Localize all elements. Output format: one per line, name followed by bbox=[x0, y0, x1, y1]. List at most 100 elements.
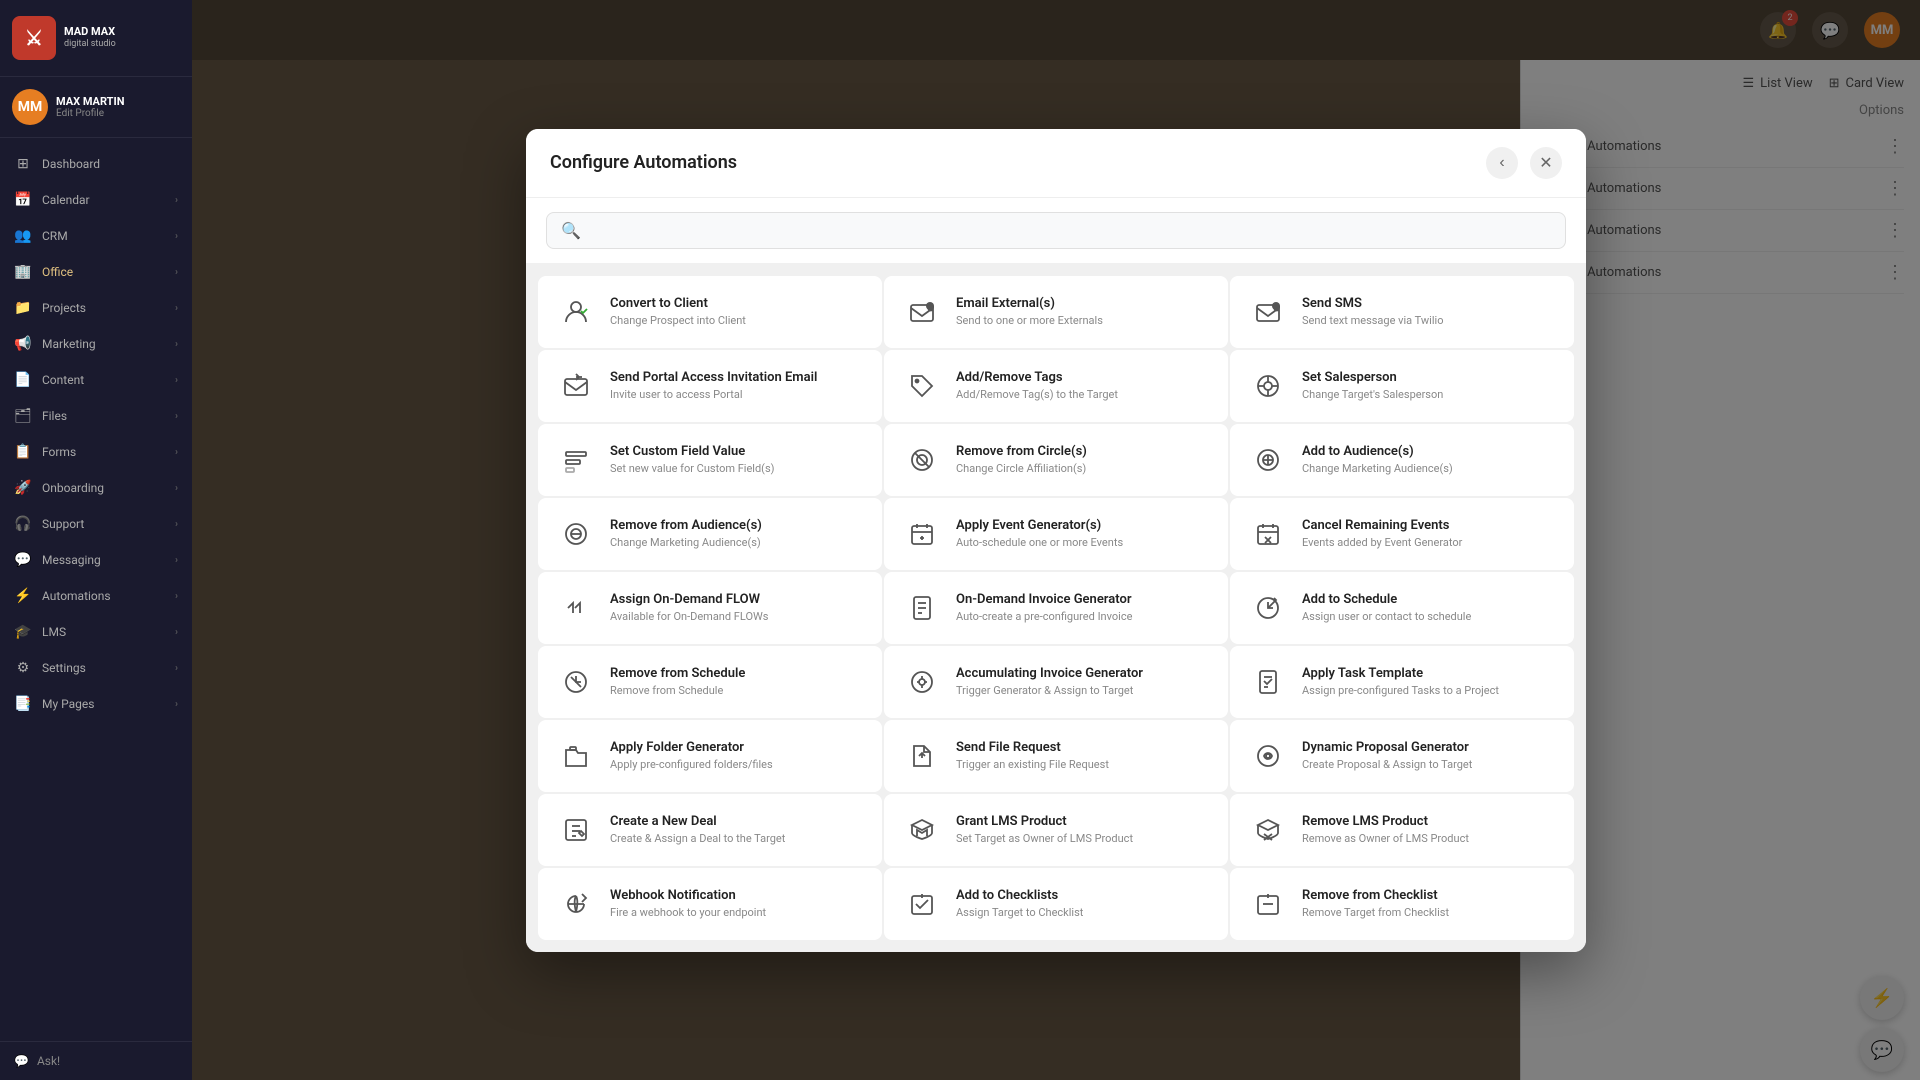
modal-overlay[interactable]: Configure Automations ‹ ✕ 🔍 Convert to C… bbox=[192, 0, 1920, 1080]
automation-icon-remove-from-checklist bbox=[1248, 884, 1288, 924]
automation-text-send-sms: Send SMS Send text message via Twilio bbox=[1302, 296, 1556, 327]
automation-name-cancel-remaining-events: Cancel Remaining Events bbox=[1302, 518, 1556, 533]
automation-text-email-externals: Email External(s) Send to one or more Ex… bbox=[956, 296, 1210, 327]
automation-name-send-portal-access: Send Portal Access Invitation Email bbox=[610, 370, 864, 385]
automation-item-assign-on-demand-flow[interactable]: Assign On-Demand FLOW Available for On-D… bbox=[538, 572, 882, 644]
chevron-right-icon: › bbox=[175, 267, 178, 278]
automation-icon-send-portal-access bbox=[556, 366, 596, 406]
automation-item-remove-from-checklist[interactable]: Remove from Checklist Remove Target from… bbox=[1230, 868, 1574, 940]
sidebar-item-label: Marketing bbox=[42, 337, 96, 351]
automation-item-remove-from-schedule[interactable]: Remove from Schedule Remove from Schedul… bbox=[538, 646, 882, 718]
automation-item-remove-lms-product[interactable]: Remove LMS Product Remove as Owner of LM… bbox=[1230, 794, 1574, 866]
user-edit-profile[interactable]: Edit Profile bbox=[56, 108, 180, 119]
automation-item-set-salesperson[interactable]: Set Salesperson Change Target's Salesper… bbox=[1230, 350, 1574, 422]
ask-button[interactable]: 💬 Ask! bbox=[0, 1041, 192, 1080]
chevron-right-icon: › bbox=[175, 339, 178, 350]
sidebar-user[interactable]: MM MAX MARTIN Edit Profile bbox=[0, 77, 192, 138]
automation-item-send-portal-access[interactable]: Send Portal Access Invitation Email Invi… bbox=[538, 350, 882, 422]
sidebar-item-office[interactable]: 🏢 Office › bbox=[0, 254, 192, 290]
sidebar-item-calendar[interactable]: 📅 Calendar › bbox=[0, 182, 192, 218]
automation-item-apply-folder-generator[interactable]: Apply Folder Generator Apply pre-configu… bbox=[538, 720, 882, 792]
automation-item-cancel-remaining-events[interactable]: Cancel Remaining Events Events added by … bbox=[1230, 498, 1574, 570]
sidebar-item-projects[interactable]: 📁 Projects › bbox=[0, 290, 192, 326]
automation-name-add-to-schedule: Add to Schedule bbox=[1302, 592, 1556, 607]
modal-close-button[interactable]: ✕ bbox=[1530, 147, 1562, 179]
support-icon: 🎧 bbox=[14, 515, 32, 533]
automation-name-create-new-deal: Create a New Deal bbox=[610, 814, 864, 829]
sidebar-item-label: CRM bbox=[42, 229, 68, 243]
sidebar-item-dashboard[interactable]: ⊞ Dashboard bbox=[0, 146, 192, 182]
sidebar-item-marketing[interactable]: 📢 Marketing › bbox=[0, 326, 192, 362]
automation-name-set-custom-field: Set Custom Field Value bbox=[610, 444, 864, 459]
automation-text-add-to-checklists: Add to Checklists Assign Target to Check… bbox=[956, 888, 1210, 919]
sidebar-item-messaging[interactable]: 💬 Messaging › bbox=[0, 542, 192, 578]
modal-back-button[interactable]: ‹ bbox=[1486, 147, 1518, 179]
automation-item-on-demand-invoice[interactable]: On-Demand Invoice Generator Auto-create … bbox=[884, 572, 1228, 644]
sidebar-item-support[interactable]: 🎧 Support › bbox=[0, 506, 192, 542]
automation-item-remove-from-audiences[interactable]: Remove from Audience(s) Change Marketing… bbox=[538, 498, 882, 570]
sidebar-item-onboarding[interactable]: 🚀 Onboarding › bbox=[0, 470, 192, 506]
search-input[interactable] bbox=[591, 222, 1551, 238]
sidebar-item-lms[interactable]: 🎓 LMS › bbox=[0, 614, 192, 650]
chevron-right-icon: › bbox=[175, 231, 178, 242]
sidebar-item-files[interactable]: 🗂 Files › bbox=[0, 398, 192, 434]
projects-icon: 📁 bbox=[14, 299, 32, 317]
user-info: MAX MARTIN Edit Profile bbox=[56, 95, 180, 119]
modal-search-area: 🔍 bbox=[526, 198, 1586, 264]
automation-name-accumulating-invoice: Accumulating Invoice Generator bbox=[956, 666, 1210, 681]
sidebar-item-label: Automations bbox=[42, 589, 111, 603]
sidebar-item-label: Settings bbox=[42, 661, 86, 675]
automation-item-set-custom-field[interactable]: Set Custom Field Value Set new value for… bbox=[538, 424, 882, 496]
automation-item-add-to-checklists[interactable]: Add to Checklists Assign Target to Check… bbox=[884, 868, 1228, 940]
automation-item-convert-to-client[interactable]: Convert to Client Change Prospect into C… bbox=[538, 276, 882, 348]
configure-automations-modal: Configure Automations ‹ ✕ 🔍 Convert to C… bbox=[526, 129, 1586, 952]
automation-item-send-sms[interactable]: @ Send SMS Send text message via Twilio bbox=[1230, 276, 1574, 348]
automation-item-create-new-deal[interactable]: Create a New Deal Create & Assign a Deal… bbox=[538, 794, 882, 866]
automation-item-accumulating-invoice[interactable]: Accumulating Invoice Generator Trigger G… bbox=[884, 646, 1228, 718]
chevron-right-icon: › bbox=[175, 375, 178, 386]
sidebar-item-label: Messaging bbox=[42, 553, 101, 567]
sidebar-item-forms[interactable]: 📋 Forms › bbox=[0, 434, 192, 470]
svg-text:@: @ bbox=[928, 304, 934, 311]
automation-text-add-to-schedule: Add to Schedule Assign user or contact t… bbox=[1302, 592, 1556, 623]
automation-text-accumulating-invoice: Accumulating Invoice Generator Trigger G… bbox=[956, 666, 1210, 697]
automation-icon-apply-folder-generator bbox=[556, 736, 596, 776]
automation-desc-add-remove-tags: Add/Remove Tag(s) to the Target bbox=[956, 388, 1210, 401]
ask-icon: 💬 bbox=[14, 1054, 29, 1068]
automation-item-add-to-audiences[interactable]: Add to Audience(s) Change Marketing Audi… bbox=[1230, 424, 1574, 496]
automation-text-cancel-remaining-events: Cancel Remaining Events Events added by … bbox=[1302, 518, 1556, 549]
main-content: 🔔 2 💬 MM ☰ List View ⊞ Card View Options… bbox=[192, 0, 1920, 1080]
sidebar-item-my-pages[interactable]: 📑 My Pages › bbox=[0, 686, 192, 722]
automation-icon-remove-from-circle bbox=[902, 440, 942, 480]
automation-icon-cancel-remaining-events bbox=[1248, 514, 1288, 554]
automation-item-email-externals[interactable]: @ Email External(s) Send to one or more … bbox=[884, 276, 1228, 348]
automation-item-remove-from-circle[interactable]: Remove from Circle(s) Change Circle Affi… bbox=[884, 424, 1228, 496]
automation-item-apply-task-template[interactable]: Apply Task Template Assign pre-configure… bbox=[1230, 646, 1574, 718]
automation-item-webhook-notification[interactable]: Webhook Notification Fire a webhook to y… bbox=[538, 868, 882, 940]
automation-desc-send-portal-access: Invite user to access Portal bbox=[610, 388, 864, 401]
sidebar-item-label: Calendar bbox=[42, 193, 90, 207]
sidebar-item-label: Files bbox=[42, 409, 67, 423]
forms-icon: 📋 bbox=[14, 443, 32, 461]
automation-item-grant-lms-product[interactable]: Grant LMS Product Set Target as Owner of… bbox=[884, 794, 1228, 866]
automation-desc-remove-lms-product: Remove as Owner of LMS Product bbox=[1302, 832, 1556, 845]
automation-item-add-to-schedule[interactable]: Add to Schedule Assign user or contact t… bbox=[1230, 572, 1574, 644]
automation-item-send-file-request[interactable]: Send File Request Trigger an existing Fi… bbox=[884, 720, 1228, 792]
chevron-right-icon: › bbox=[175, 555, 178, 566]
sidebar-item-automations[interactable]: ⚡ Automations › bbox=[0, 578, 192, 614]
automation-desc-remove-from-circle: Change Circle Affiliation(s) bbox=[956, 462, 1210, 475]
automation-desc-on-demand-invoice: Auto-create a pre-configured Invoice bbox=[956, 610, 1210, 623]
automation-item-add-remove-tags[interactable]: Add/Remove Tags Add/Remove Tag(s) to the… bbox=[884, 350, 1228, 422]
automation-item-dynamic-proposal[interactable]: Dynamic Proposal Generator Create Propos… bbox=[1230, 720, 1574, 792]
automation-item-apply-event-generator[interactable]: Apply Event Generator(s) Auto-schedule o… bbox=[884, 498, 1228, 570]
automation-text-remove-from-audiences: Remove from Audience(s) Change Marketing… bbox=[610, 518, 864, 549]
avatar: MM bbox=[12, 89, 48, 125]
sidebar-item-settings[interactable]: ⚙ Settings › bbox=[0, 650, 192, 686]
automation-name-add-to-checklists: Add to Checklists bbox=[956, 888, 1210, 903]
sidebar-item-crm[interactable]: 👥 CRM › bbox=[0, 218, 192, 254]
automation-icon-webhook-notification bbox=[556, 884, 596, 924]
automation-icon-set-salesperson bbox=[1248, 366, 1288, 406]
automation-icon-email-externals: @ bbox=[902, 292, 942, 332]
sidebar-item-content[interactable]: 📄 Content › bbox=[0, 362, 192, 398]
automation-icon-add-to-schedule bbox=[1248, 588, 1288, 628]
